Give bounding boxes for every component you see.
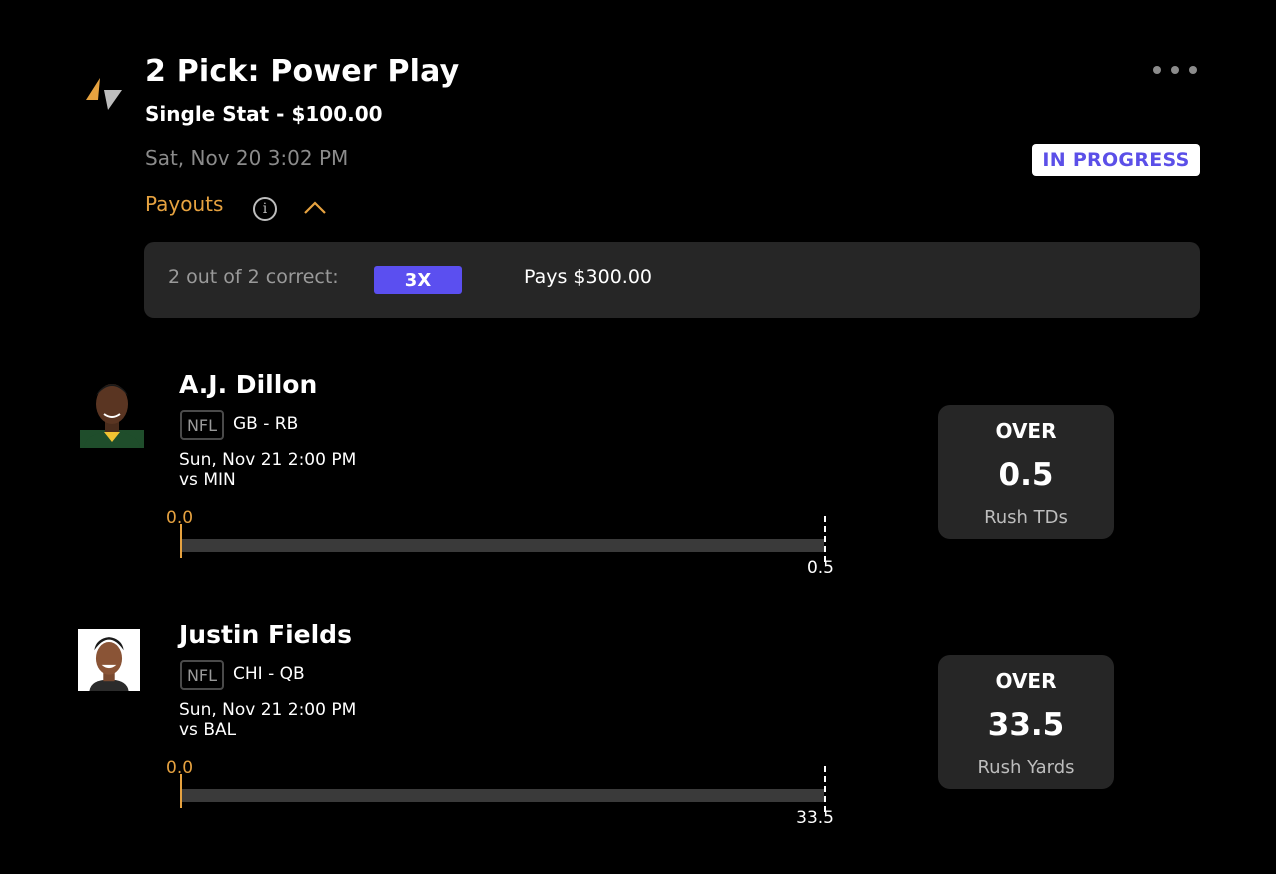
payout-amount: Pays $300.00 [524,266,652,288]
projection-stat: Rush Yards [977,757,1075,778]
line-value-label: 33.5 [796,808,834,828]
projection-line: 0.5 [998,457,1054,493]
ellipsis-icon[interactable] [1150,60,1200,80]
projection-stat: Rush TDs [984,507,1068,528]
info-icon[interactable]: i [253,197,277,221]
player-name: A.J. Dillon [179,370,318,399]
payout-condition: 2 out of 2 correct: [168,266,339,288]
progress-origin-marker [180,774,182,808]
projection-card: OVER 0.5 Rush TDs [938,405,1114,539]
entry-datetime: Sat, Nov 20 3:02 PM [145,146,349,170]
progress-track [182,539,824,552]
progress-bar [180,516,826,562]
pick-card: Justin Fields NFL CHI - QB Sun, Nov 21 2… [0,620,1276,860]
progress-bar [180,766,826,812]
game-time: Sun, Nov 21 2:00 PM [179,700,357,720]
line-target-marker [824,766,826,812]
projection-card: OVER 33.5 Rush Yards [938,655,1114,789]
team-position: CHI - QB [233,664,305,684]
player-name: Justin Fields [179,620,352,649]
status-badge: IN PROGRESS [1032,144,1200,176]
pick-card: A.J. Dillon NFL GB - RB Sun, Nov 21 2:00… [0,370,1276,610]
projection-direction: OVER [995,419,1057,443]
payout-table: 2 out of 2 correct: 3X Pays $300.00 [144,242,1200,318]
player-avatar [78,629,140,691]
league-badge: NFL [180,660,224,690]
entry-subtitle: Single Stat - $100.00 [145,102,383,126]
projection-line: 33.5 [987,707,1065,743]
line-target-marker [824,516,826,562]
team-position: GB - RB [233,414,299,434]
progress-track [182,789,824,802]
payout-multiplier-badge: 3X [374,266,462,294]
page-title: 2 Pick: Power Play [145,54,460,89]
payouts-toggle-label[interactable]: Payouts [145,192,223,216]
opponent: vs BAL [179,720,237,740]
opponent: vs MIN [179,470,236,490]
player-avatar [80,384,144,448]
line-value-label: 0.5 [806,558,834,578]
projection-direction: OVER [995,669,1057,693]
league-badge: NFL [180,410,224,440]
lightning-logo-icon [86,78,122,110]
progress-origin-marker [180,524,182,558]
chevron-up-icon[interactable] [302,198,328,218]
game-time: Sun, Nov 21 2:00 PM [179,450,357,470]
